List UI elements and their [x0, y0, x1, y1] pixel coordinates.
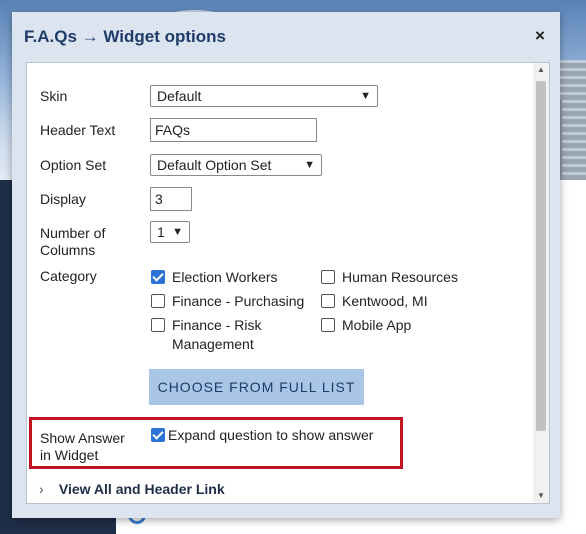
category-label-human-resources: Human Resources: [342, 269, 458, 285]
view-all-header-link-label: View All and Header Link: [58, 481, 225, 497]
show-answer-checkbox[interactable]: [151, 428, 165, 442]
category-label-election-workers: Election Workers: [172, 269, 278, 285]
skin-label: Skin: [40, 88, 68, 104]
category-label-mobile-app: Mobile App: [342, 317, 412, 333]
category-label-finance-risk-line2: Management: [172, 336, 254, 352]
close-icon: ×: [535, 26, 545, 45]
category-checkbox-election-workers[interactable]: [151, 270, 165, 284]
option-set-select-value: Default Option Set: [157, 157, 272, 173]
category-label-finance-purchasing: Finance - Purchasing: [172, 293, 305, 309]
header-text-label: Header Text: [40, 122, 116, 138]
view-all-header-link-section[interactable]: › View All and Header Link: [39, 481, 225, 497]
category-label-kentwood-mi: Kentwood, MI: [342, 293, 428, 309]
chevron-right-icon: ›: [39, 481, 44, 497]
widget-options-dialog: F.A.Qs → Widget options × Skin Default ▼…: [12, 12, 560, 518]
header-text-value: FAQs: [155, 122, 191, 138]
chevron-down-icon: ▼: [360, 90, 371, 102]
choose-from-full-list-button[interactable]: CHOOSE FROM FULL LIST: [149, 369, 364, 405]
chevron-down-icon: ▼: [172, 226, 183, 238]
number-of-columns-label-line2: Columns: [40, 242, 96, 258]
scroll-down-arrow-icon[interactable]: ▼: [533, 489, 549, 503]
display-value: 3: [155, 191, 163, 207]
category-checkbox-mobile-app[interactable]: [321, 318, 335, 332]
show-answer-label-line2: in Widget: [40, 447, 99, 463]
header-text-input[interactable]: FAQs: [150, 118, 317, 142]
category-checkbox-human-resources[interactable]: [321, 270, 335, 284]
option-set-label: Option Set: [40, 157, 107, 173]
category-label: Category: [40, 268, 97, 284]
option-set-select[interactable]: Default Option Set ▼: [150, 154, 322, 176]
skin-select-value: Default: [157, 88, 202, 104]
close-button[interactable]: ×: [529, 25, 551, 47]
number-of-columns-select[interactable]: 1 ▼: [150, 221, 190, 243]
options-panel: Skin Default ▼ Header Text FAQs Option S…: [26, 62, 550, 504]
category-checkbox-kentwood-mi[interactable]: [321, 294, 335, 308]
number-of-columns-label-line1: Number of: [40, 225, 106, 241]
scrollbar-thumb[interactable]: [536, 81, 546, 431]
display-label: Display: [40, 191, 86, 207]
category-label-finance-risk-line1: Finance - Risk: [172, 317, 262, 333]
show-answer-checkbox-label: Expand question to show answer: [168, 427, 374, 443]
category-checkbox-finance-risk-management[interactable]: [151, 318, 165, 332]
scroll-up-arrow-icon[interactable]: ▲: [533, 63, 549, 77]
skin-select[interactable]: Default ▼: [150, 85, 378, 107]
dialog-title: F.A.Qs → Widget options: [24, 27, 226, 46]
show-answer-label-line1: Show Answer: [40, 430, 125, 446]
building-shape: [560, 60, 586, 180]
chevron-down-icon: ▼: [304, 159, 315, 171]
number-of-columns-value: 1: [157, 224, 165, 240]
category-checkbox-finance-purchasing[interactable]: [151, 294, 165, 308]
display-input[interactable]: 3: [150, 187, 192, 211]
panel-scrollbar[interactable]: ▲ ▼: [533, 63, 549, 503]
